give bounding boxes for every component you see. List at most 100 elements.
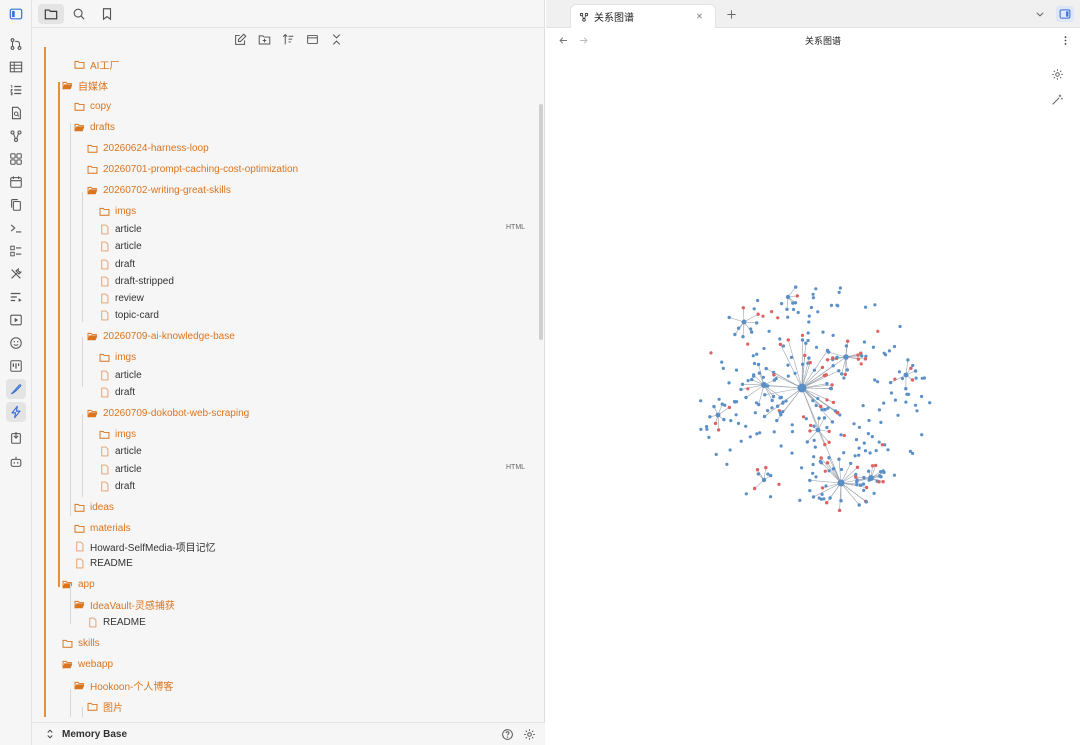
- graph-node[interactable]: [727, 381, 731, 385]
- graph-node[interactable]: [842, 433, 846, 438]
- relationship-graph[interactable]: [546, 0, 1080, 745]
- tree-file[interactable]: topic-card: [97, 306, 159, 324]
- graph-node[interactable]: [699, 427, 703, 431]
- graph-node[interactable]: [830, 383, 834, 387]
- graph-node[interactable]: [715, 412, 721, 418]
- graph-node[interactable]: [844, 344, 849, 348]
- graph-node[interactable]: [831, 333, 835, 337]
- graph-node[interactable]: [838, 286, 842, 290]
- bookmarks-tab[interactable]: [94, 4, 120, 24]
- scrollbar[interactable]: [539, 104, 543, 340]
- tree-folder[interactable]: drafts: [72, 118, 115, 136]
- graph-node[interactable]: [786, 363, 790, 367]
- graph-node[interactable]: [764, 465, 768, 470]
- graph-node[interactable]: [816, 396, 820, 401]
- graph-node[interactable]: [829, 303, 834, 307]
- graph-node[interactable]: [813, 445, 817, 449]
- graph-node[interactable]: [864, 500, 868, 504]
- graph-node[interactable]: [744, 492, 748, 496]
- tree-folder[interactable]: copy: [72, 97, 111, 115]
- graph-node[interactable]: [870, 435, 874, 439]
- new-note-button[interactable]: [232, 31, 248, 47]
- graph-node[interactable]: [796, 310, 800, 315]
- graph-node[interactable]: [825, 381, 829, 386]
- graph-node[interactable]: [880, 443, 884, 447]
- graph-node[interactable]: [808, 360, 812, 365]
- graph-node[interactable]: [809, 423, 813, 428]
- auto-reveal-button[interactable]: [304, 31, 320, 47]
- collapse-all-button[interactable]: [328, 31, 344, 47]
- new-folder-button[interactable]: [256, 31, 272, 47]
- graph-node[interactable]: [752, 486, 757, 491]
- graph-node[interactable]: [812, 368, 816, 372]
- graph-node[interactable]: [817, 416, 821, 420]
- graph-node[interactable]: [837, 479, 845, 487]
- tree-folder[interactable]: 20260702-writing-great-skills: [85, 181, 231, 199]
- graph-node[interactable]: [820, 365, 825, 370]
- graph-node[interactable]: [734, 413, 738, 417]
- canvas-icon[interactable]: [6, 149, 26, 169]
- graph-node[interactable]: [862, 340, 866, 344]
- graph-node[interactable]: [789, 355, 794, 359]
- graph-node[interactable]: [705, 424, 709, 429]
- graph-node[interactable]: [755, 352, 759, 356]
- graph-node[interactable]: [807, 356, 811, 360]
- graph-node[interactable]: [816, 310, 820, 314]
- graph-node[interactable]: [761, 477, 767, 483]
- calendar-icon[interactable]: [6, 172, 26, 192]
- graph-node[interactable]: [781, 344, 786, 348]
- graph-node[interactable]: [732, 399, 737, 404]
- graph-node[interactable]: [874, 463, 878, 468]
- graph-node[interactable]: [769, 495, 773, 499]
- graph-node[interactable]: [837, 369, 841, 373]
- graph-node[interactable]: [911, 451, 915, 455]
- graph-node[interactable]: [757, 402, 761, 407]
- graph-node[interactable]: [835, 355, 839, 359]
- graph-node[interactable]: [842, 451, 846, 455]
- graph-node[interactable]: [827, 440, 831, 444]
- toggle-sidebar-icon[interactable]: [6, 4, 26, 24]
- graph-node[interactable]: [818, 459, 822, 464]
- graph-node[interactable]: [820, 486, 825, 490]
- graph-node[interactable]: [722, 417, 726, 422]
- graph-node[interactable]: [751, 354, 755, 358]
- graph-node[interactable]: [750, 330, 754, 334]
- graph-node[interactable]: [876, 329, 880, 333]
- graph-node[interactable]: [786, 374, 790, 378]
- graph-node[interactable]: [776, 316, 780, 320]
- slides-icon[interactable]: [6, 310, 26, 330]
- graph-node[interactable]: [882, 470, 886, 475]
- graph-node[interactable]: [764, 366, 768, 371]
- graph-node[interactable]: [829, 386, 833, 391]
- graph-node[interactable]: [820, 492, 824, 496]
- graph-node[interactable]: [862, 441, 866, 445]
- graph-node[interactable]: [913, 369, 918, 373]
- graph-node[interactable]: [714, 452, 718, 456]
- tree-folder[interactable]: materials: [72, 519, 131, 537]
- graph-node[interactable]: [873, 303, 877, 307]
- graph-node[interactable]: [849, 461, 853, 466]
- graph-node[interactable]: [862, 488, 866, 492]
- settings-button[interactable]: [522, 727, 536, 741]
- graph-node[interactable]: [721, 366, 725, 370]
- graph-node[interactable]: [785, 307, 789, 311]
- graph-node[interactable]: [752, 361, 757, 366]
- graph-node[interactable]: [804, 417, 808, 421]
- tree-folder[interactable]: imgs: [97, 425, 136, 443]
- graph-node[interactable]: [811, 495, 816, 499]
- graph-node[interactable]: [755, 432, 759, 436]
- graph-node[interactable]: [807, 314, 811, 318]
- graph-node[interactable]: [821, 330, 825, 334]
- kanban-icon[interactable]: [6, 356, 26, 376]
- tree-folder[interactable]: 20260709-ai-knowledge-base: [85, 327, 235, 345]
- graph-node[interactable]: [857, 425, 861, 429]
- graph-node[interactable]: [831, 364, 835, 368]
- graph-node[interactable]: [835, 411, 839, 415]
- graph-node[interactable]: [889, 391, 894, 395]
- search-tab[interactable]: [66, 4, 92, 24]
- graph-node[interactable]: [897, 370, 901, 374]
- graph-node[interactable]: [868, 475, 874, 481]
- graph-node[interactable]: [741, 319, 747, 325]
- graph-node[interactable]: [761, 314, 765, 318]
- graph-node[interactable]: [779, 395, 783, 400]
